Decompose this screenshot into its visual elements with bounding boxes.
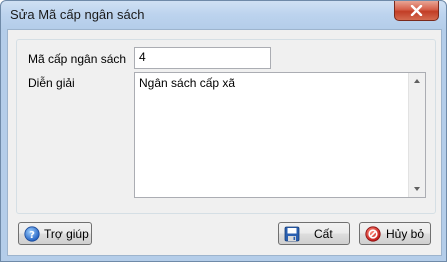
form-group: Mã cấp ngân sách 4 Diễn giải Ngân sách c… [16,39,436,214]
dialog-body: Mã cấp ngân sách 4 Diễn giải Ngân sách c… [7,29,442,256]
description-value: Ngân sách cấp xã [139,76,236,90]
close-button[interactable] [394,1,439,21]
dialog-window: Sửa Mã cấp ngân sách Mã cấp ngân sách 4 … [0,0,447,262]
code-input-value: 4 [139,50,146,64]
description-label: Diễn giải [28,76,75,90]
save-button[interactable]: Cất [278,222,350,245]
help-button[interactable]: ? Trợ giúp [18,222,92,245]
save-button-label: Cất [314,227,333,241]
cancel-button-label: Hủy bỏ [386,227,425,241]
description-textarea[interactable]: Ngân sách cấp xã [134,72,426,198]
help-button-label: Trợ giúp [44,227,89,241]
save-icon [284,226,300,242]
cancel-icon [365,226,381,242]
scroll-down-arrow[interactable] [414,187,420,191]
svg-text:?: ? [29,230,35,241]
scroll-up-arrow[interactable] [414,79,420,83]
close-icon [410,5,423,16]
title-bar: Sửa Mã cấp ngân sách [1,1,446,29]
code-label: Mã cấp ngân sách [28,52,127,66]
description-scrollbar[interactable] [408,73,425,197]
cancel-button[interactable]: Hủy bỏ [359,222,431,245]
help-icon: ? [24,226,40,242]
code-input[interactable]: 4 [134,47,271,69]
window-title: Sửa Mã cấp ngân sách [10,7,145,22]
